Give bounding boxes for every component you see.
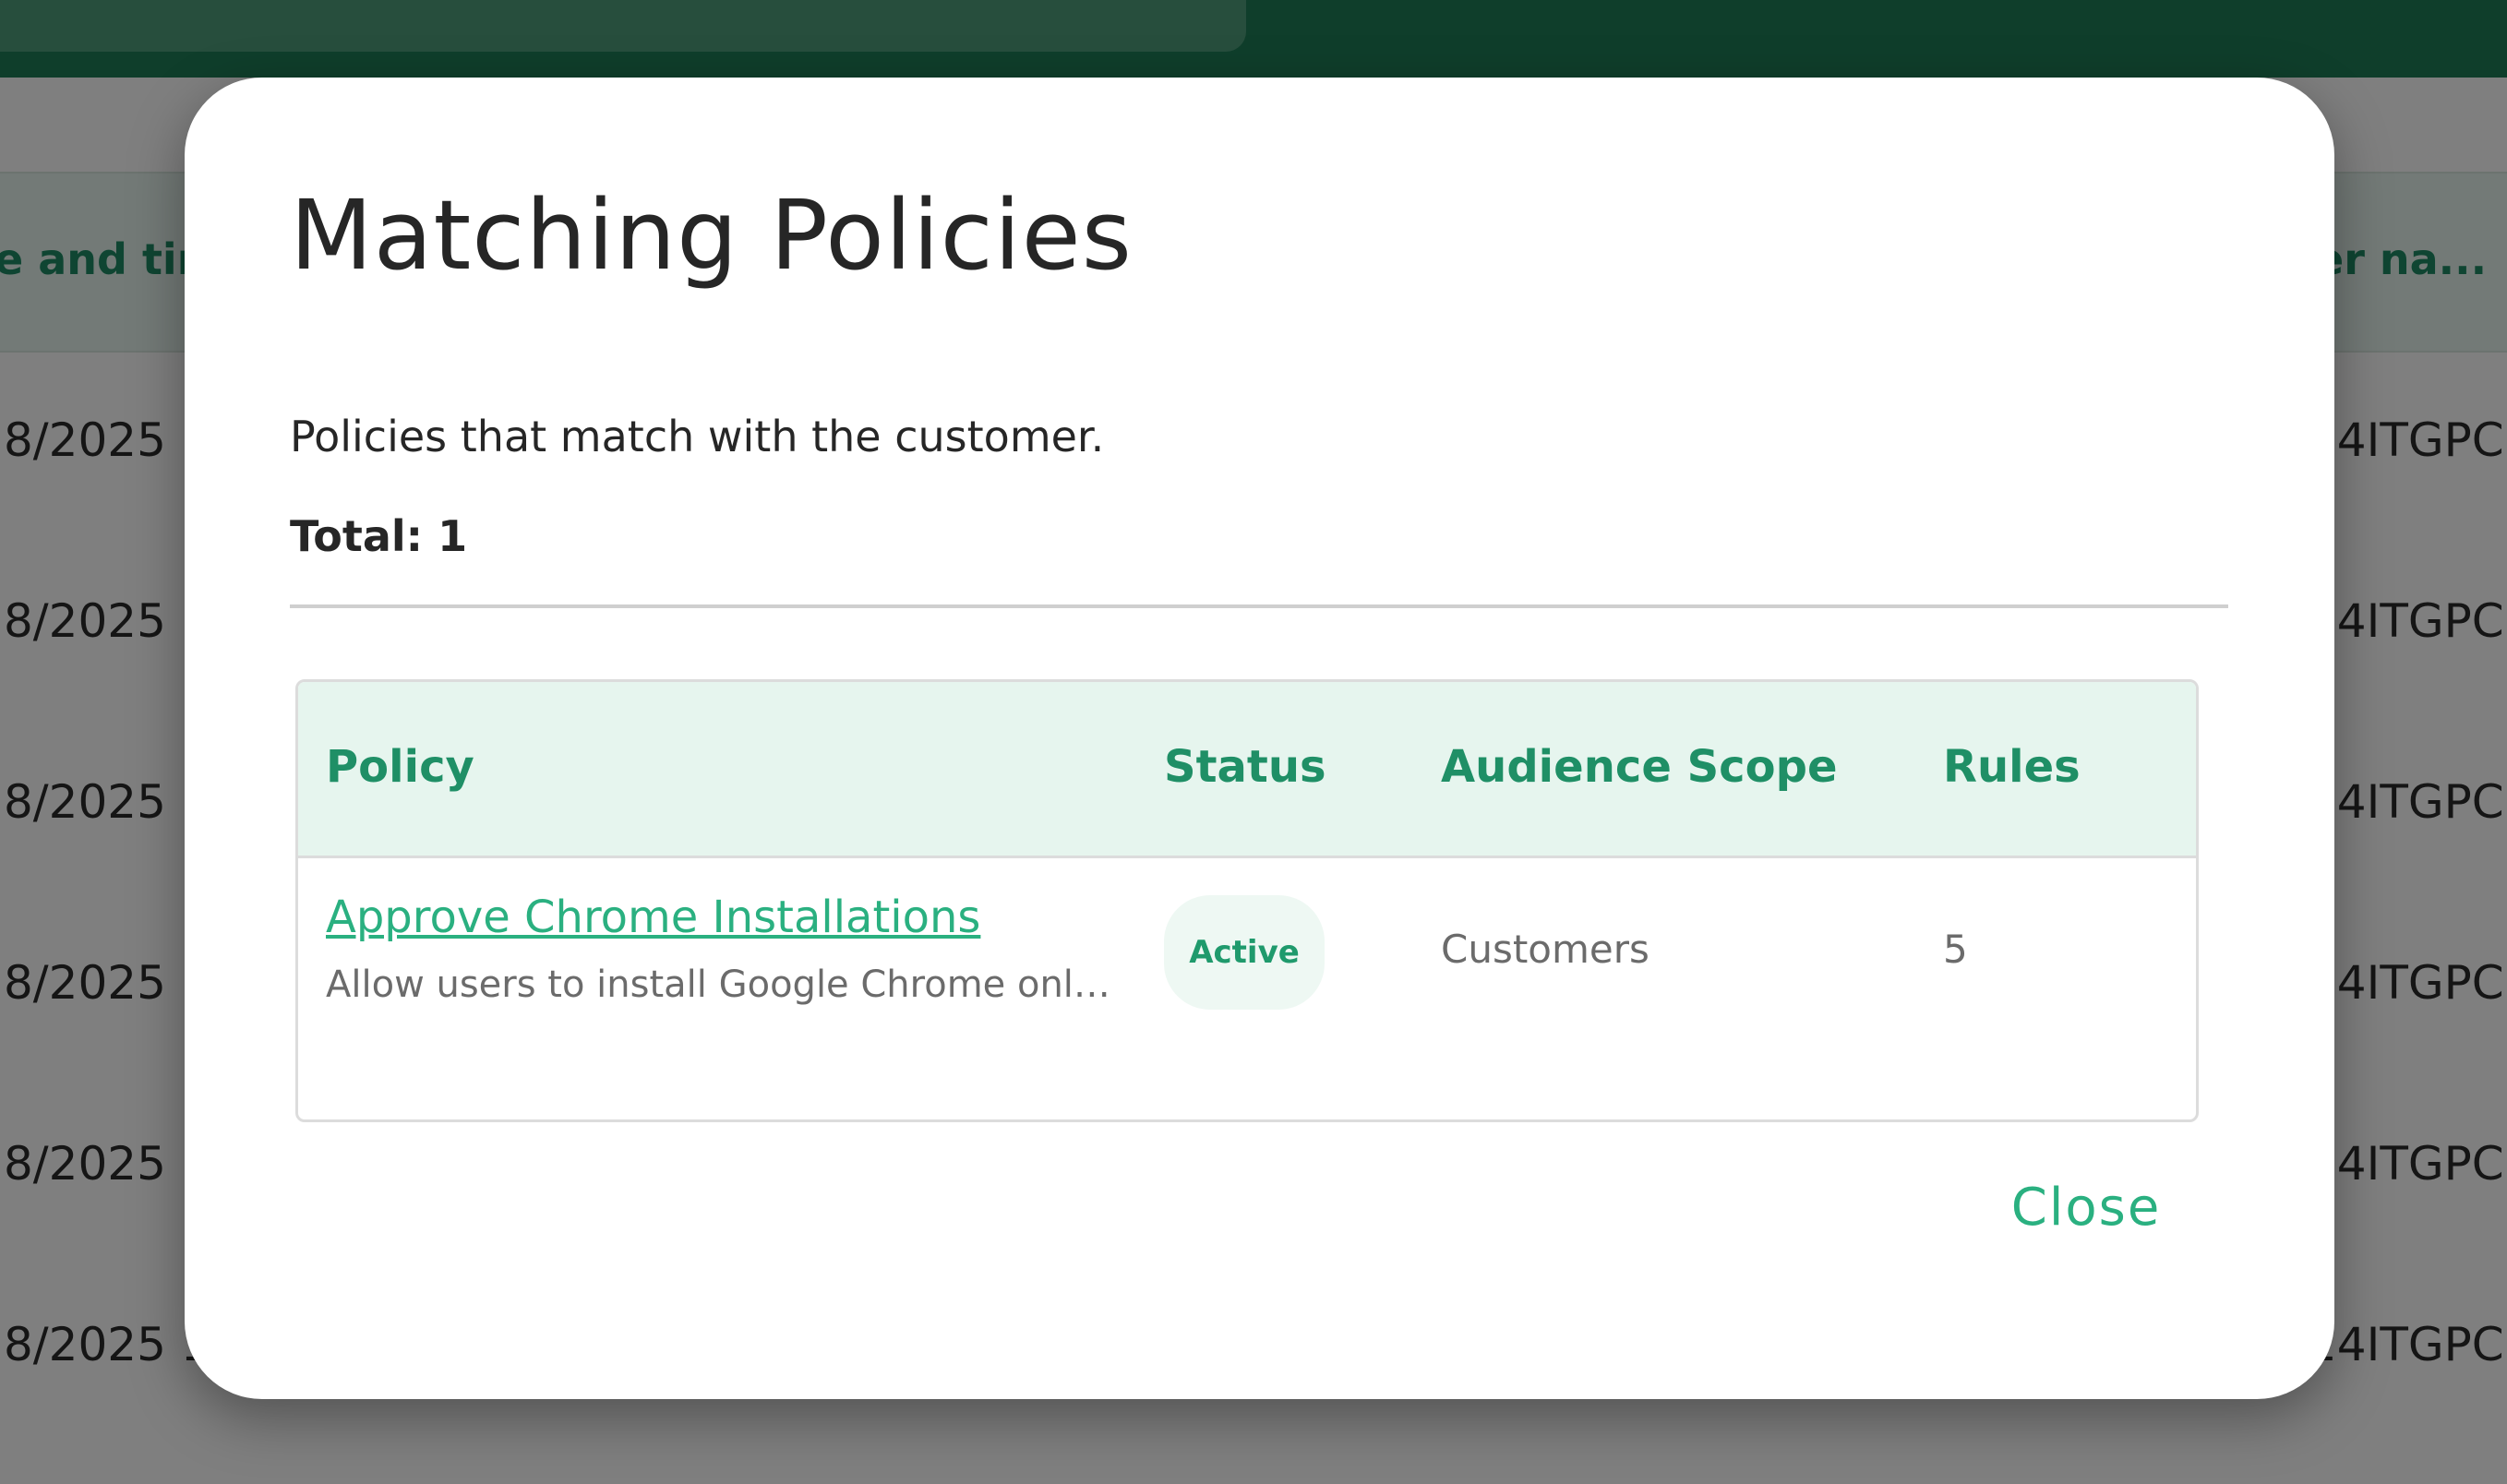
policy-name-link[interactable]: Approve Chrome Installations [326, 892, 980, 943]
table-header-row: Policy Status Audience Scope Rules [298, 682, 2196, 858]
dialog-description: Policies that match with the customer. [290, 412, 1105, 461]
table-row: Approve Chrome Installations Allow users… [298, 858, 2196, 1119]
column-header-audience-scope[interactable]: Audience Scope [1441, 741, 1838, 793]
audience-scope-value: Customers [1441, 927, 1649, 972]
matching-policies-dialog: Matching Policies Policies that match wi… [185, 78, 2334, 1399]
status-badge: Active [1164, 895, 1325, 1010]
total-count: Total: 1 [290, 511, 468, 561]
close-button[interactable]: Close [1938, 1152, 2234, 1263]
policy-description: Allow users to install Google Chrome onl… [326, 963, 1110, 1006]
column-header-policy[interactable]: Policy [326, 741, 474, 793]
policies-table: Policy Status Audience Scope Rules Appro… [295, 679, 2199, 1122]
column-header-status[interactable]: Status [1164, 741, 1326, 793]
divider [290, 604, 2228, 608]
dialog-title: Matching Policies [290, 179, 1133, 292]
column-header-rules[interactable]: Rules [1943, 741, 2081, 793]
rules-count: 5 [1943, 927, 1968, 972]
